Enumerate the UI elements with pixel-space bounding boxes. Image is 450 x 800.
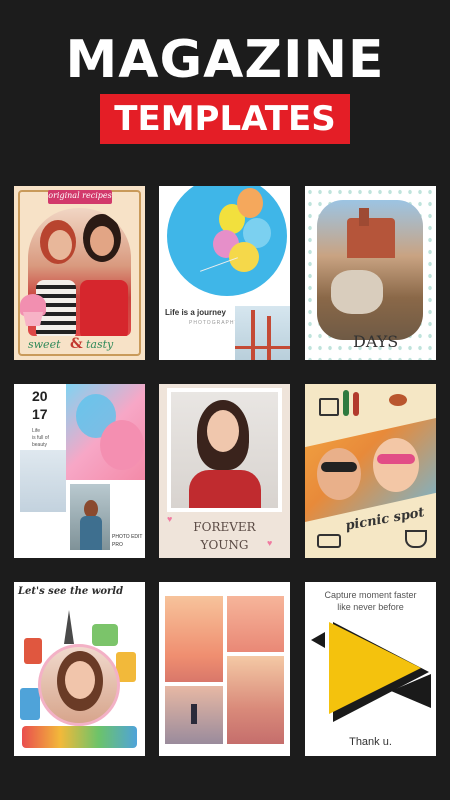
balloon-photo xyxy=(66,384,145,480)
days-caption: DAYS xyxy=(353,332,399,351)
small-triangle xyxy=(311,632,325,648)
journey-caption: Life is a journey xyxy=(165,308,226,317)
template-card-capture[interactable]: Capture moment faster like never before … xyxy=(305,582,436,756)
portrait-photo xyxy=(171,392,278,508)
forever-line: FOREVER xyxy=(193,520,256,534)
brand-text: PHOTO EDIT xyxy=(112,534,143,540)
capture-line2: like never before xyxy=(337,602,404,612)
photo-two-friends xyxy=(28,208,131,336)
template-card-journey[interactable]: Life is a journey PHOTOGRAPHY xyxy=(159,186,290,360)
mist-photo xyxy=(20,450,66,512)
basket-icon xyxy=(317,534,341,548)
year-top: 20 xyxy=(32,388,48,404)
play-triangle-icon xyxy=(329,622,421,714)
castle-photo xyxy=(317,200,423,340)
journey-subcaption: PHOTOGRAPHY xyxy=(189,320,239,326)
template-card-picnic[interactable]: picnic spot xyxy=(305,384,436,558)
template-card-2017[interactable]: 20 17 Life is full of beauty PHOTO EDIT … xyxy=(14,384,145,558)
girl-photo xyxy=(70,484,110,550)
template-card-collage[interactable] xyxy=(159,582,290,756)
world-caption: Let's see the world xyxy=(18,586,124,597)
brand-text: PRO xyxy=(112,542,123,548)
recipe-ampersand: & xyxy=(70,336,83,352)
recipe-word-sweet: sweet xyxy=(28,338,61,351)
collage-photo xyxy=(165,596,223,682)
small-text: is full of xyxy=(32,435,49,441)
small-text: Life xyxy=(32,428,41,434)
collage-photo xyxy=(227,596,284,652)
small-text: beauty xyxy=(32,442,48,448)
recipe-ribbon-text: original recipes xyxy=(48,191,112,200)
template-card-world[interactable]: Let's see the world xyxy=(14,582,145,756)
template-card-recipes[interactable]: original recipes sweet & tasty xyxy=(14,186,145,360)
page-title: MAGAZINE xyxy=(65,30,385,90)
collage-photo-hiker xyxy=(165,686,223,744)
page-subtitle-badge: TEMPLATES xyxy=(100,94,350,144)
collage-photo xyxy=(227,656,284,744)
template-card-days[interactable]: DAYS xyxy=(305,186,436,360)
heart-icon: ♥ xyxy=(167,514,173,524)
recipe-word-tasty: tasty xyxy=(86,338,114,351)
balloon xyxy=(237,188,263,218)
bridge-photo xyxy=(235,306,290,360)
year-bottom: 17 xyxy=(32,406,48,422)
capture-line1: Capture moment faster xyxy=(324,590,417,600)
thank-you-text: Thank u. xyxy=(349,736,392,748)
traveler-portrait xyxy=(38,644,120,726)
grill-icon xyxy=(405,530,427,548)
template-card-forever-young[interactable]: FOREVER YOUNG ♥ ♥ xyxy=(159,384,290,558)
balloon xyxy=(229,242,259,272)
heart-icon: ♥ xyxy=(267,538,273,548)
